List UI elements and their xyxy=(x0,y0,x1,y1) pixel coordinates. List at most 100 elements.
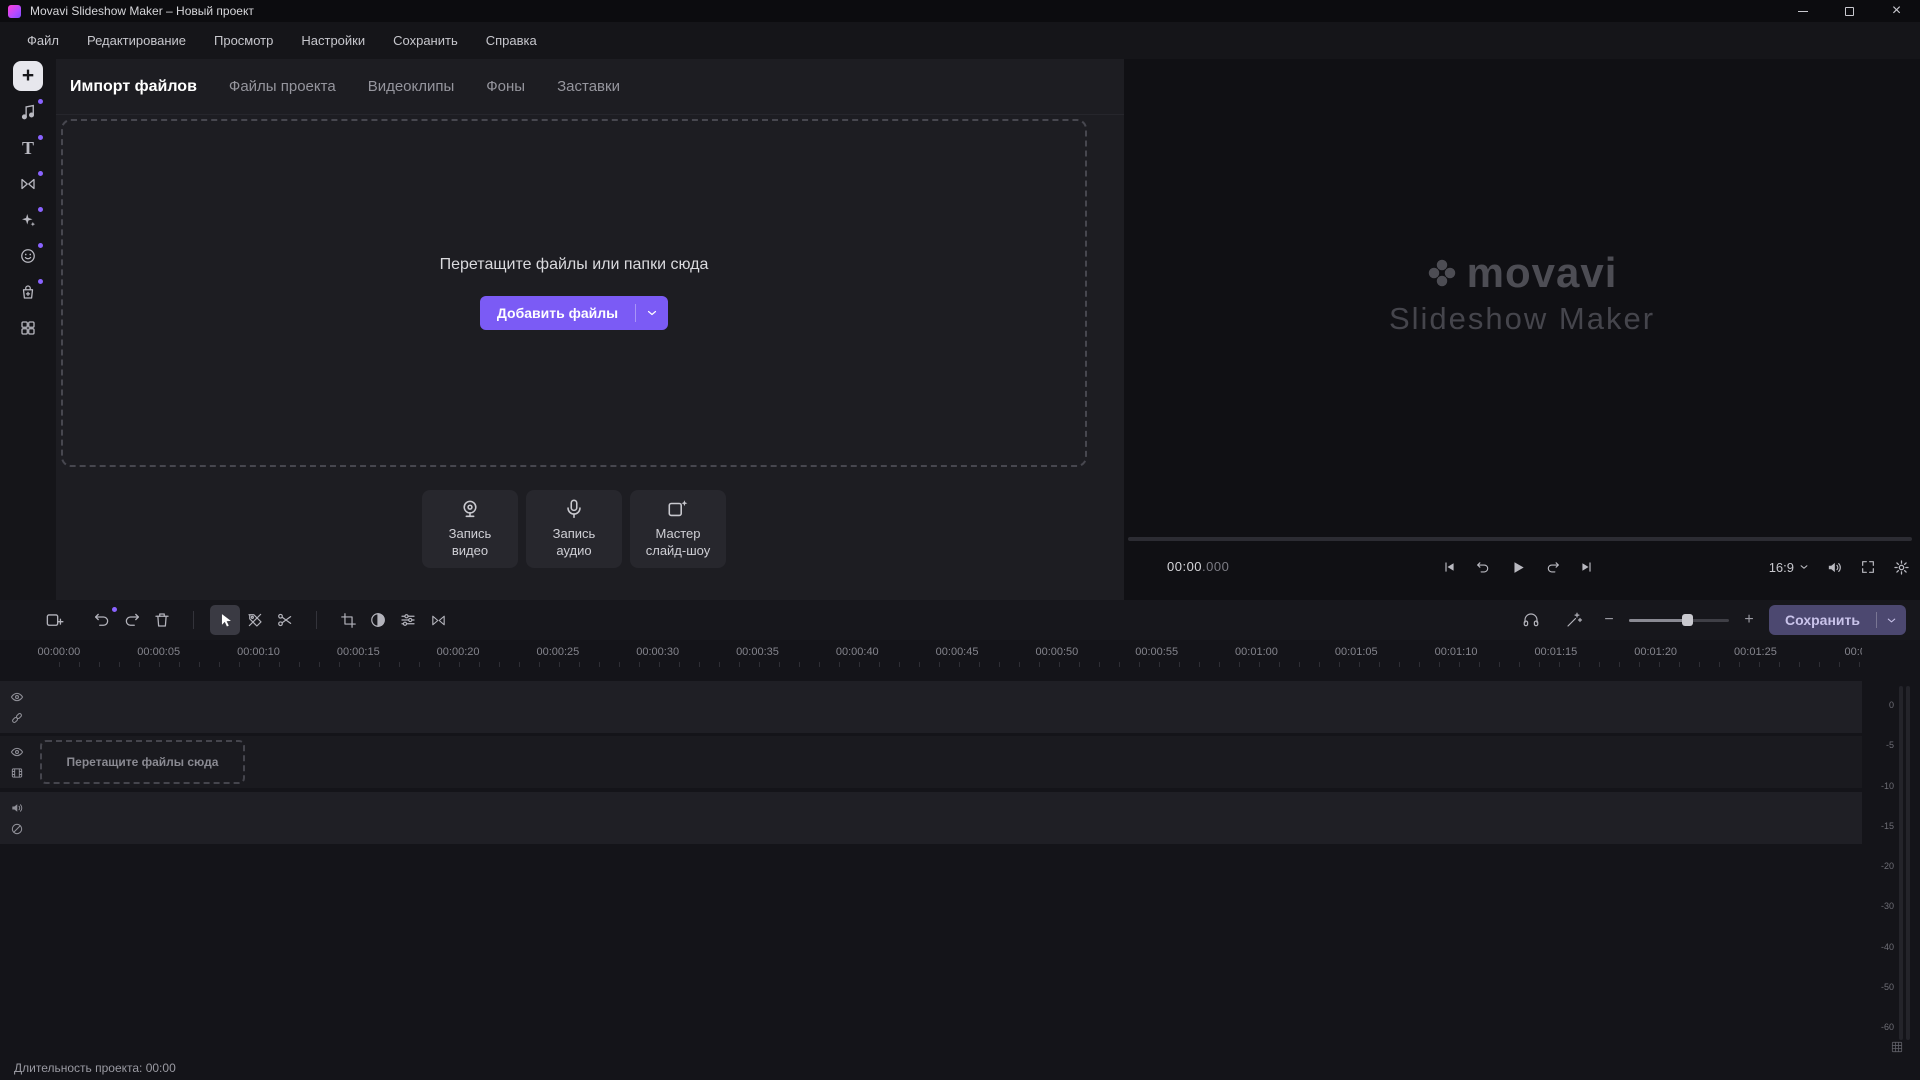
new-badge xyxy=(38,171,43,176)
menu-edit[interactable]: Редактирование xyxy=(73,33,200,48)
window-title: Movavi Slideshow Maker – Новый проект xyxy=(30,4,254,18)
video-track[interactable]: Перетащите файлы сюда xyxy=(0,736,1862,788)
transition-tool-button[interactable] xyxy=(423,605,453,635)
preview-panel: movavi Slideshow Maker 00:00.000 xyxy=(1124,59,1920,600)
jump-back-icon[interactable] xyxy=(1476,560,1491,575)
volume-icon[interactable] xyxy=(1826,559,1843,576)
play-button[interactable] xyxy=(1510,559,1527,576)
pointer-tool-button[interactable] xyxy=(210,605,240,635)
filters-button[interactable] xyxy=(393,605,423,635)
slideshow-wizard-icon xyxy=(667,498,689,520)
audio-headphones-icon[interactable] xyxy=(1516,605,1546,635)
tab-backgrounds[interactable]: Фоны xyxy=(486,78,525,95)
menu-settings[interactable]: Настройки xyxy=(287,33,379,48)
import-panel: Импорт файлов Файлы проекта Видеоклипы Ф… xyxy=(56,59,1124,600)
audio-track[interactable] xyxy=(0,792,1862,844)
slideshow-wizard-button[interactable]: Мастерслайд-шоу xyxy=(630,490,726,568)
redo-button[interactable] xyxy=(117,605,147,635)
preview-controls: 00:00.000 xyxy=(1124,553,1920,581)
zoom-out-button[interactable]: − xyxy=(1602,611,1616,629)
text-tool-icon: T xyxy=(22,138,34,159)
title-track[interactable] xyxy=(0,681,1862,733)
menu-help[interactable]: Справка xyxy=(472,33,551,48)
aspect-ratio-select[interactable]: 16:9 xyxy=(1769,560,1809,575)
timeline: − + Сохранить 00:00:00 00:00:05 0 xyxy=(0,600,1920,1056)
webcam-icon xyxy=(459,498,481,520)
grid-icon[interactable] xyxy=(1890,1040,1904,1054)
magic-wand-icon[interactable] xyxy=(1559,605,1589,635)
new-badge xyxy=(38,99,43,104)
tab-intros[interactable]: Заставки xyxy=(557,78,620,95)
preview-timecode: 00:00.000 xyxy=(1167,559,1229,574)
project-duration: Длительность проекта: 00:00 xyxy=(14,1061,176,1075)
app-window: Movavi Slideshow Maker – Новый проект × … xyxy=(0,0,1920,1080)
aspect-ratio-value: 16:9 xyxy=(1769,560,1794,575)
skip-end-button[interactable] xyxy=(1580,560,1594,574)
chevron-down-icon[interactable] xyxy=(636,307,668,319)
minimize-button[interactable] xyxy=(1779,0,1826,22)
new-badge xyxy=(38,135,43,140)
add-files-label: Добавить файлы xyxy=(480,305,635,321)
add-media-button[interactable] xyxy=(39,605,69,635)
unlink-icon[interactable] xyxy=(10,822,24,836)
new-badge xyxy=(38,243,43,248)
timeline-toolbar-right: − + Сохранить xyxy=(1516,600,1906,640)
eye-icon[interactable] xyxy=(10,690,24,704)
crop-button[interactable] xyxy=(333,605,363,635)
ruler-ticks xyxy=(59,662,1862,667)
filmstrip-icon[interactable] xyxy=(10,766,24,780)
settings-gear-icon[interactable] xyxy=(1893,559,1910,576)
preview-seekbar[interactable] xyxy=(1128,537,1912,541)
undo-button[interactable] xyxy=(87,605,117,635)
menu-save[interactable]: Сохранить xyxy=(379,33,472,48)
menu-view[interactable]: Просмотр xyxy=(200,33,287,48)
zoom-in-button[interactable]: + xyxy=(1742,611,1756,629)
timeline-ruler[interactable]: 00:00:00 00:00:05 00:00:10 00:00:15 00:0… xyxy=(0,640,1862,672)
preview-right-controls: 16:9 xyxy=(1769,553,1910,581)
minimize-icon xyxy=(1798,11,1808,12)
save-button[interactable]: Сохранить xyxy=(1769,605,1906,635)
record-video-button[interactable]: Записьвидео xyxy=(422,490,518,568)
new-badge xyxy=(38,207,43,212)
tab-video-clips[interactable]: Видеоклипы xyxy=(368,78,455,95)
zoom-slider-knob[interactable] xyxy=(1682,614,1693,626)
track-dropzone[interactable]: Перетащите файлы сюда xyxy=(40,740,245,784)
transition-icon xyxy=(19,175,37,193)
timeline-toolbar: − + Сохранить xyxy=(0,600,1920,640)
track-gutter xyxy=(0,736,34,788)
jump-forward-icon[interactable] xyxy=(1546,560,1561,575)
link-icon[interactable] xyxy=(10,711,24,725)
track-gutter xyxy=(0,792,34,844)
split-scissors-button[interactable] xyxy=(270,605,300,635)
file-dropzone[interactable]: Перетащите файлы или папки сюда Добавить… xyxy=(61,119,1087,467)
sidebar-item-transitions[interactable] xyxy=(13,169,43,199)
fullscreen-icon[interactable] xyxy=(1860,559,1876,575)
sidebar-item-stickers[interactable] xyxy=(13,241,43,271)
sidebar-item-store[interactable] xyxy=(13,277,43,307)
sidebar-item-text[interactable]: T xyxy=(13,133,43,163)
timeline-zoom-slider[interactable] xyxy=(1629,613,1729,627)
eye-icon[interactable] xyxy=(10,745,24,759)
maximize-button[interactable] xyxy=(1826,0,1873,22)
sidebar-item-effects[interactable] xyxy=(13,205,43,235)
sidebar-item-more[interactable] xyxy=(13,313,43,343)
volume-icon[interactable] xyxy=(10,801,24,815)
meter-bars xyxy=(1899,686,1910,1040)
marker-tool-button[interactable] xyxy=(240,605,270,635)
sidebar: + T xyxy=(0,59,56,600)
tab-import-files[interactable]: Импорт файлов xyxy=(70,78,197,96)
delete-button[interactable] xyxy=(147,605,177,635)
record-buttons: Записьвидео Записьаудио Мастерслайд-шоу xyxy=(61,490,1087,568)
chevron-down-icon[interactable] xyxy=(1877,615,1906,626)
skip-start-button[interactable] xyxy=(1443,560,1457,574)
tab-project-files[interactable]: Файлы проекта xyxy=(229,78,336,95)
watermark-subtitle: Slideshow Maker xyxy=(1389,301,1655,337)
sidebar-item-music[interactable] xyxy=(13,97,43,127)
app-logo-icon xyxy=(8,5,21,18)
add-files-button[interactable]: Добавить файлы xyxy=(480,296,668,330)
record-audio-button[interactable]: Записьаудио xyxy=(526,490,622,568)
close-button[interactable]: × xyxy=(1873,0,1920,22)
menu-file[interactable]: Файл xyxy=(13,33,73,48)
sidebar-item-import[interactable]: + xyxy=(13,61,43,91)
color-adjust-button[interactable] xyxy=(363,605,393,635)
